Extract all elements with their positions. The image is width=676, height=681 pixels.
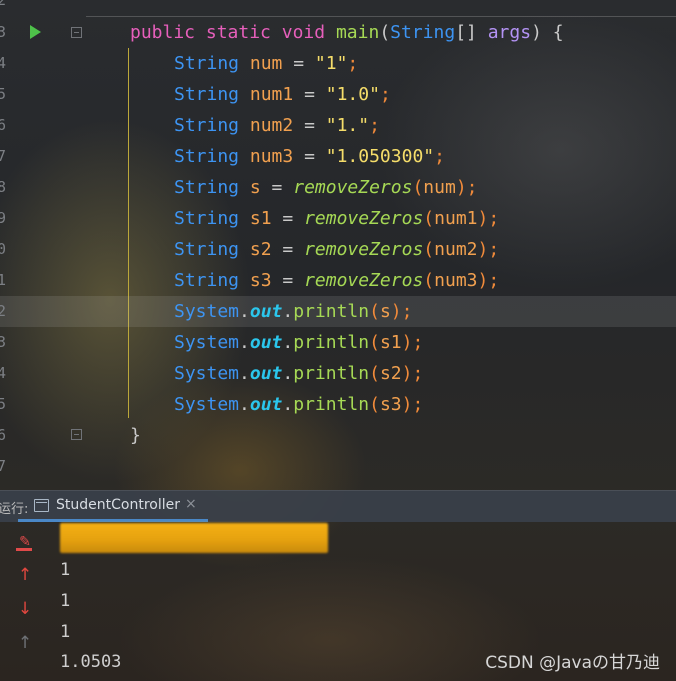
code-line: 5 System.out.println(s3); [0, 389, 676, 420]
down-arrow-icon[interactable]: ↓ [14, 598, 36, 620]
output-line: 1.0503 [60, 652, 122, 672]
output-line: 1 [60, 591, 71, 611]
code-line: 9 String s1 = removeZeros(num1); [0, 203, 676, 234]
redacted-output [60, 523, 328, 553]
code-text: String num1 = "1.0"; [174, 84, 391, 105]
code-text: String s = removeZeros(num); [174, 177, 478, 198]
line-number: 6 [0, 426, 6, 444]
line-number: 5 [0, 85, 6, 103]
line-number: 7 [0, 147, 6, 165]
code-line: 3 System.out.println(s1); [0, 327, 676, 358]
line-number: 2 [0, 302, 6, 320]
code-line: 7 String num3 = "1.050300"; [0, 141, 676, 172]
line-number: 3 [0, 333, 6, 351]
console-toolbar: ✎ ↑ ↓ ↑ [0, 521, 48, 681]
clear-all-icon[interactable]: ✎ [14, 531, 36, 553]
close-icon[interactable]: × [185, 496, 197, 512]
code-text: String s2 = removeZeros(num2); [174, 239, 500, 260]
code-text: public static void main(String[] args) { [130, 22, 564, 43]
watermark: CSDN @Javaの甘乃迪 [485, 653, 660, 673]
tab-label: StudentController [56, 497, 180, 513]
line-number: 5 [0, 395, 6, 413]
code-line: 2 [0, 0, 676, 16]
code-text: String num = "1"; [174, 53, 359, 74]
code-text: String s1 = removeZeros(num1); [174, 208, 500, 229]
code-line: 0 String s2 = removeZeros(num2); [0, 234, 676, 265]
code-line: 4 String num = "1"; [0, 48, 676, 79]
line-number: 8 [0, 178, 6, 196]
line-number: 3 [0, 23, 6, 41]
scroll-up-icon[interactable]: ↑ [14, 632, 36, 654]
code-line: 8 String s = removeZeros(num); [0, 172, 676, 203]
output-line: 1 [60, 622, 71, 642]
line-number: 0 [0, 240, 6, 258]
code-text: } [130, 425, 141, 446]
code-line: 7 [0, 451, 676, 482]
tab-student-controller[interactable]: StudentController × [18, 491, 208, 522]
line-number: 1 [0, 271, 6, 289]
up-arrow-icon[interactable]: ↑ [14, 564, 36, 586]
code-line: 5 String num1 = "1.0"; [0, 79, 676, 110]
code-line: 1 String s3 = removeZeros(num3); [0, 265, 676, 296]
output-line: 1 [60, 560, 71, 580]
code-text: System.out.println(s3); [174, 394, 424, 415]
line-number: 7 [0, 457, 6, 475]
line-number: 2 [0, 0, 6, 9]
code-line: 6 } [0, 420, 676, 451]
code-text: String s3 = removeZeros(num3); [174, 270, 500, 291]
code-text: String num2 = "1."; [174, 115, 380, 136]
line-number: 4 [0, 364, 6, 382]
code-editor[interactable]: 2 3 public static void main(String[] arg… [0, 0, 676, 490]
code-text: System.out.println(s1); [174, 332, 424, 353]
console-icon [34, 499, 49, 512]
line-number: 9 [0, 209, 6, 227]
code-text: System.out.println(s); [174, 301, 413, 322]
run-tool-window-header: 运行: StudentController × [0, 490, 676, 522]
code-text: String num3 = "1.050300"; [174, 146, 445, 167]
line-number: 4 [0, 54, 6, 72]
line-number: 6 [0, 116, 6, 134]
code-line-current: 2 System.out.println(s); [0, 296, 676, 327]
code-line: 4 System.out.println(s2); [0, 358, 676, 389]
code-text: System.out.println(s2); [174, 363, 424, 384]
code-line: 3 public static void main(String[] args)… [0, 17, 676, 48]
code-line: 6 String num2 = "1."; [0, 110, 676, 141]
